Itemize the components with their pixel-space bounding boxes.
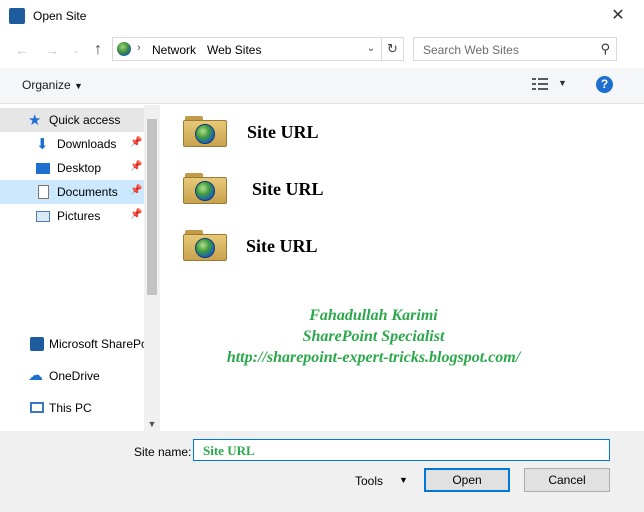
web-folder-icon bbox=[183, 116, 227, 147]
breadcrumb-separator-icon: › bbox=[137, 42, 141, 54]
view-options-chevron-icon[interactable]: ▼ bbox=[558, 78, 567, 88]
credit-name: Fahadullah Karimi bbox=[309, 307, 438, 324]
back-arrow-icon[interactable]: ← bbox=[12, 40, 32, 60]
navigation-pane: ★ Quick access ⬇ Downloads 📌 Desktop 📌 D… bbox=[0, 105, 160, 431]
address-bar[interactable]: › Network Web Sites ⌄ ↻ bbox=[112, 37, 404, 61]
site-name-value: Site URL bbox=[203, 443, 255, 458]
sharepoint-icon bbox=[30, 337, 44, 351]
tools-chevron-down-icon[interactable]: ▼ bbox=[399, 475, 408, 485]
sidebar-item-label: OneDrive bbox=[49, 369, 100, 383]
sidebar-item-onedrive[interactable]: ☁ OneDrive bbox=[0, 364, 144, 388]
sidebar-scrollbar[interactable]: ▼ bbox=[144, 105, 160, 431]
credit-url: http://sharepoint-expert-tricks.blogspot… bbox=[226, 349, 521, 366]
list-item[interactable]: Site URL bbox=[183, 112, 483, 152]
refresh-icon[interactable]: ↻ bbox=[381, 38, 403, 60]
command-bar: Organize ▼ ▼ ? bbox=[0, 68, 644, 104]
globe-icon bbox=[117, 42, 131, 56]
forward-arrow-icon[interactable]: → bbox=[42, 40, 62, 60]
open-button[interactable]: Open bbox=[424, 468, 510, 492]
dialog-footer: Site name: Site URL Tools ▼ Open Cancel bbox=[0, 431, 644, 512]
organize-menu-button[interactable]: Organize ▼ bbox=[22, 78, 83, 92]
pin-icon[interactable]: 📌 bbox=[130, 209, 142, 220]
sidebar-item-downloads[interactable]: ⬇ Downloads 📌 bbox=[0, 132, 144, 156]
recent-locations-chevron-icon[interactable]: ⌄ bbox=[66, 40, 86, 60]
search-icon[interactable]: ⚲ bbox=[600, 41, 610, 57]
scrollbar-thumb[interactable] bbox=[147, 119, 157, 295]
title-bar: Open Site ✕ bbox=[0, 0, 644, 32]
help-icon[interactable]: ? bbox=[596, 76, 613, 93]
scroll-down-arrow-icon[interactable]: ▼ bbox=[147, 419, 157, 429]
sidebar-item-label: Microsoft SharePo bbox=[49, 337, 144, 351]
cloud-icon: ☁ bbox=[28, 367, 43, 384]
tools-menu-button[interactable]: Tools bbox=[355, 474, 383, 488]
computer-icon bbox=[30, 402, 44, 413]
list-item[interactable]: Site URL bbox=[183, 226, 483, 266]
pin-icon[interactable]: 📌 bbox=[130, 185, 142, 196]
sidebar-item-quick-access[interactable]: ★ Quick access bbox=[0, 108, 144, 132]
web-folder-icon bbox=[183, 230, 227, 261]
close-button[interactable]: ✕ bbox=[608, 6, 628, 26]
change-view-icon[interactable] bbox=[532, 77, 548, 93]
credit-title: SharePoint Specialist bbox=[302, 328, 445, 345]
author-credit: Fahadullah Karimi SharePoint Specialist … bbox=[161, 305, 586, 368]
organize-label: Organize bbox=[22, 78, 71, 92]
web-folder-icon bbox=[183, 173, 227, 204]
folder-label: Site URL bbox=[252, 179, 324, 199]
sidebar-item-label: Quick access bbox=[49, 113, 121, 127]
window-title: Open Site bbox=[33, 9, 87, 23]
breadcrumb-network[interactable]: Network bbox=[152, 43, 196, 57]
up-arrow-icon[interactable]: ↑ bbox=[88, 40, 108, 60]
folder-label: Site URL bbox=[247, 122, 319, 142]
sidebar-item-label: This PC bbox=[49, 401, 92, 415]
documents-icon bbox=[38, 185, 49, 199]
cancel-button[interactable]: Cancel bbox=[524, 468, 610, 492]
search-input[interactable]: Search Web Sites ⚲ bbox=[413, 37, 617, 61]
sidebar-item-pictures[interactable]: Pictures 📌 bbox=[0, 204, 144, 228]
sidebar-item-microsoft-sharepoint[interactable]: Microsoft SharePo bbox=[0, 332, 144, 356]
sidebar-item-this-pc[interactable]: This PC bbox=[0, 396, 144, 420]
breadcrumb-web-sites[interactable]: Web Sites bbox=[207, 43, 261, 57]
star-icon: ★ bbox=[28, 112, 42, 129]
pin-icon[interactable]: 📌 bbox=[130, 161, 142, 172]
folder-label: Site URL bbox=[246, 236, 318, 256]
sharepoint-app-icon bbox=[9, 8, 25, 24]
site-name-input[interactable]: Site URL bbox=[193, 439, 610, 461]
sidebar-item-documents[interactable]: Documents 📌 bbox=[0, 180, 144, 204]
pictures-icon bbox=[36, 211, 50, 222]
chevron-down-icon: ▼ bbox=[74, 81, 83, 91]
desktop-icon bbox=[36, 163, 50, 174]
download-arrow-icon: ⬇ bbox=[36, 136, 49, 153]
file-list: Site URL Site URL Site URL Fahadullah Ka… bbox=[161, 105, 644, 431]
sidebar-item-desktop[interactable]: Desktop 📌 bbox=[0, 156, 144, 180]
list-item[interactable]: Site URL bbox=[183, 169, 483, 209]
pin-icon[interactable]: 📌 bbox=[130, 137, 142, 148]
address-dropdown-chevron-icon[interactable]: ⌄ bbox=[363, 40, 379, 58]
site-name-label: Site name: bbox=[134, 445, 192, 459]
search-placeholder: Search Web Sites bbox=[423, 43, 519, 57]
